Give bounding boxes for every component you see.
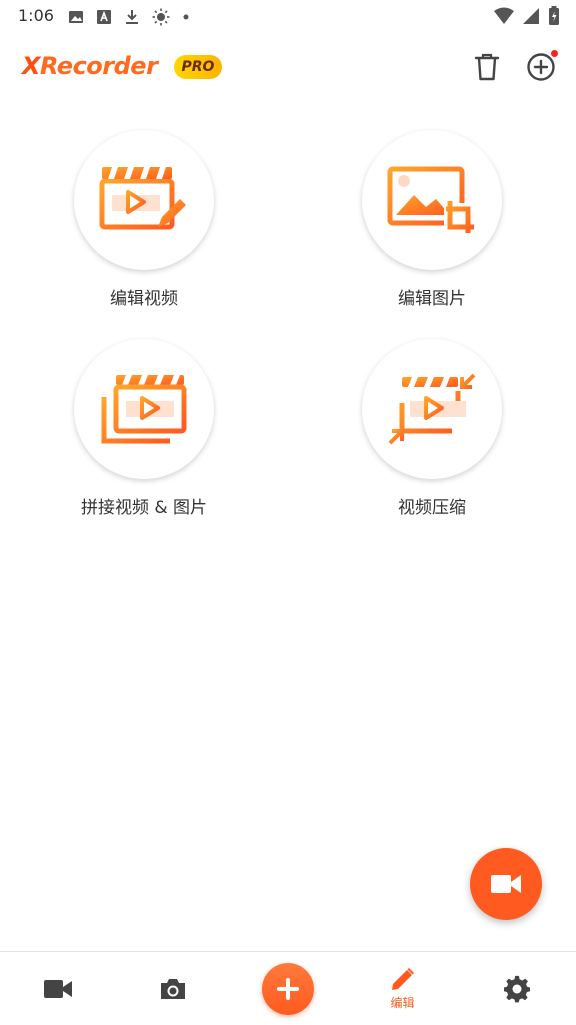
record-fab[interactable] bbox=[470, 848, 542, 920]
video-camera-icon bbox=[43, 979, 72, 998]
wifi-icon bbox=[494, 7, 514, 24]
pro-badge[interactable]: PRO bbox=[174, 55, 222, 79]
font-icon bbox=[97, 10, 111, 24]
app-logo: XRecorder bbox=[22, 52, 158, 80]
status-time: 1:06 bbox=[18, 6, 54, 25]
tool-compress[interactable]: 视频压缩 bbox=[322, 339, 542, 518]
logo-text: Recorder bbox=[40, 52, 158, 80]
download-icon bbox=[126, 10, 138, 24]
video-camera-icon bbox=[491, 875, 521, 893]
add-circle-icon bbox=[527, 53, 555, 81]
merge-video-image-icon bbox=[101, 375, 187, 444]
nav-create[interactable] bbox=[230, 952, 345, 1025]
status-system-icons bbox=[494, 6, 560, 26]
pencil-icon bbox=[391, 968, 414, 990]
edit-image-icon bbox=[387, 166, 474, 233]
tool-edit-video[interactable]: 编辑视频 bbox=[34, 130, 254, 309]
nav-screenshot[interactable] bbox=[115, 952, 230, 1025]
app-bar: XRecorder PRO bbox=[0, 40, 576, 96]
logo-x: X bbox=[22, 52, 41, 80]
nav-settings[interactable] bbox=[460, 952, 575, 1025]
create-button[interactable] bbox=[261, 962, 314, 1015]
tool-edit-image[interactable]: 编辑图片 bbox=[322, 130, 542, 309]
notification-dot bbox=[551, 50, 558, 57]
status-notifications bbox=[68, 8, 190, 26]
nav-edit[interactable]: 编辑 bbox=[345, 952, 460, 1025]
tool-edit-video-circle[interactable] bbox=[74, 130, 214, 270]
plus-icon bbox=[276, 977, 299, 1000]
tool-merge-circle[interactable] bbox=[74, 339, 214, 479]
status-bar: 1:06 bbox=[0, 0, 576, 34]
tool-compress-circle[interactable] bbox=[362, 339, 502, 479]
tool-edit-image-circle[interactable] bbox=[362, 130, 502, 270]
bottom-nav: 编辑 bbox=[0, 951, 576, 1025]
compress-video-icon bbox=[388, 373, 476, 445]
nav-video[interactable] bbox=[0, 952, 115, 1025]
tool-merge[interactable]: 拼接视频 & 图片 bbox=[34, 339, 254, 518]
tool-label: 编辑图片 bbox=[398, 289, 466, 309]
tool-label: 拼接视频 & 图片 bbox=[80, 498, 208, 518]
signal-icon bbox=[523, 8, 539, 24]
camera-icon bbox=[160, 978, 185, 999]
brightness-icon bbox=[152, 8, 170, 26]
trash-icon bbox=[474, 53, 500, 81]
gallery-icon bbox=[69, 11, 83, 23]
trash-button[interactable] bbox=[470, 50, 504, 84]
gear-icon bbox=[503, 975, 530, 1002]
battery-icon bbox=[549, 6, 559, 25]
add-button[interactable] bbox=[522, 48, 560, 86]
tool-label: 编辑视频 bbox=[110, 289, 178, 309]
tool-label: 视频压缩 bbox=[398, 498, 466, 518]
edit-video-icon bbox=[99, 167, 186, 230]
dot-icon bbox=[183, 14, 189, 20]
nav-edit-label: 编辑 bbox=[390, 996, 415, 1010]
